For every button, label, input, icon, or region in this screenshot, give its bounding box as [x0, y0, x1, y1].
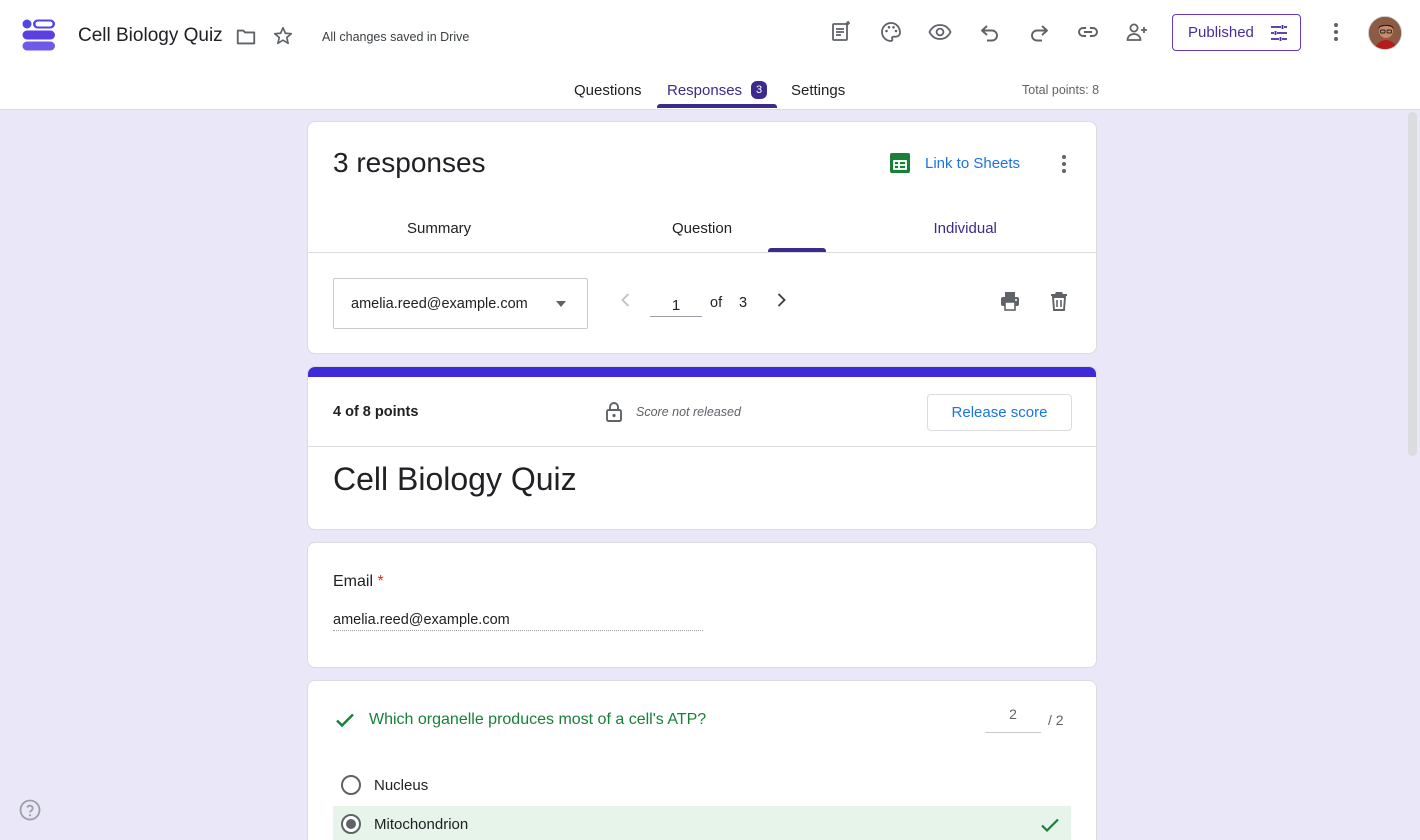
link-to-sheets-link[interactable]: Link to Sheets: [925, 155, 1020, 172]
delete-icon[interactable]: [1047, 289, 1071, 313]
page-scrollbar[interactable]: [1408, 112, 1417, 456]
dropdown-caret-icon: [556, 301, 566, 307]
responses-count-badge: 3: [751, 81, 767, 99]
points-awarded-input[interactable]: [985, 703, 1041, 733]
responses-card: 3 responses Link to Sheets Summary Quest…: [307, 121, 1097, 354]
email-answer: amelia.reed@example.com: [333, 612, 703, 631]
tab-responses[interactable]: Responses: [667, 82, 742, 99]
pager-of-label: of: [710, 295, 723, 311]
email-label-text: Email: [333, 573, 374, 590]
help-icon[interactable]: [18, 798, 42, 822]
redo-icon[interactable]: [1027, 20, 1051, 44]
star-icon[interactable]: [272, 25, 294, 47]
release-score-button[interactable]: Release score: [927, 394, 1072, 431]
link-icon[interactable]: [1076, 20, 1100, 44]
score-release-status: Score not released: [636, 405, 741, 419]
subtab-summary[interactable]: Summary: [407, 220, 471, 237]
points-possible: / 2: [1048, 712, 1064, 728]
undo-icon[interactable]: [978, 20, 1002, 44]
tune-icon: [1271, 25, 1287, 41]
document-title[interactable]: Cell Biology Quiz: [78, 25, 223, 47]
more-options-icon[interactable]: [1324, 20, 1348, 44]
option-nucleus: Nucleus: [333, 767, 1071, 805]
radio-button-selected: [341, 814, 361, 834]
option-label: Mitochondrion: [374, 816, 469, 833]
tab-questions[interactable]: Questions: [574, 82, 642, 99]
form-title: Cell Biology Quiz: [333, 461, 577, 497]
tab-settings[interactable]: Settings: [791, 82, 845, 99]
subtab-divider: [308, 252, 1096, 253]
palette-icon[interactable]: [879, 20, 903, 44]
respondent-select-value: amelia.reed@example.com: [351, 296, 528, 312]
folder-icon[interactable]: [235, 26, 257, 48]
previous-response-icon[interactable]: [616, 290, 636, 310]
add-on-icon[interactable]: [829, 20, 853, 44]
print-icon[interactable]: [998, 289, 1022, 313]
published-button[interactable]: Published: [1172, 14, 1301, 51]
required-asterisk: *: [377, 573, 384, 590]
respondent-select[interactable]: amelia.reed@example.com: [333, 278, 588, 329]
question-card: Which organelle produces most of a cell'…: [307, 680, 1097, 840]
lock-icon: [606, 402, 622, 422]
avatar-photo-icon: [1369, 17, 1401, 49]
score-points: 4 of 8 points: [333, 404, 419, 420]
sheets-icon[interactable]: [889, 152, 911, 174]
score-divider: [308, 446, 1096, 447]
responses-count-title: 3 responses: [333, 147, 486, 178]
pager-total: 3: [739, 295, 748, 311]
total-points: Total points: 8: [1022, 83, 1100, 97]
form-header-bar: [308, 367, 1096, 377]
response-page-input[interactable]: [650, 285, 702, 317]
subtab-question[interactable]: Question: [672, 220, 732, 237]
app-header: Cell Biology Quiz All changes saved in D…: [0, 0, 1420, 110]
email-question-label: Email *: [333, 573, 384, 591]
next-response-icon[interactable]: [771, 290, 791, 310]
save-status: All changes saved in Drive: [322, 30, 470, 44]
active-tab-indicator: [657, 104, 777, 108]
score-card: 4 of 8 points Score not released Release…: [307, 366, 1097, 530]
correct-answer-check-icon: [1041, 818, 1059, 833]
user-avatar[interactable]: [1368, 16, 1402, 50]
option-label: Nucleus: [374, 777, 429, 794]
radio-button: [341, 775, 361, 795]
preview-eye-icon[interactable]: [928, 20, 952, 44]
add-collaborator-icon[interactable]: [1125, 20, 1149, 44]
option-mitochondrion: Mitochondrion: [333, 806, 1071, 840]
question-title: Which organelle produces most of a cell'…: [369, 711, 707, 728]
published-button-label: Published: [1188, 24, 1254, 41]
correct-check-icon: [336, 713, 354, 728]
subtab-individual[interactable]: Individual: [934, 220, 997, 237]
forms-logo-icon[interactable]: [22, 18, 56, 52]
email-question-card: Email * amelia.reed@example.com: [307, 542, 1097, 668]
responses-more-icon[interactable]: [1052, 152, 1076, 176]
